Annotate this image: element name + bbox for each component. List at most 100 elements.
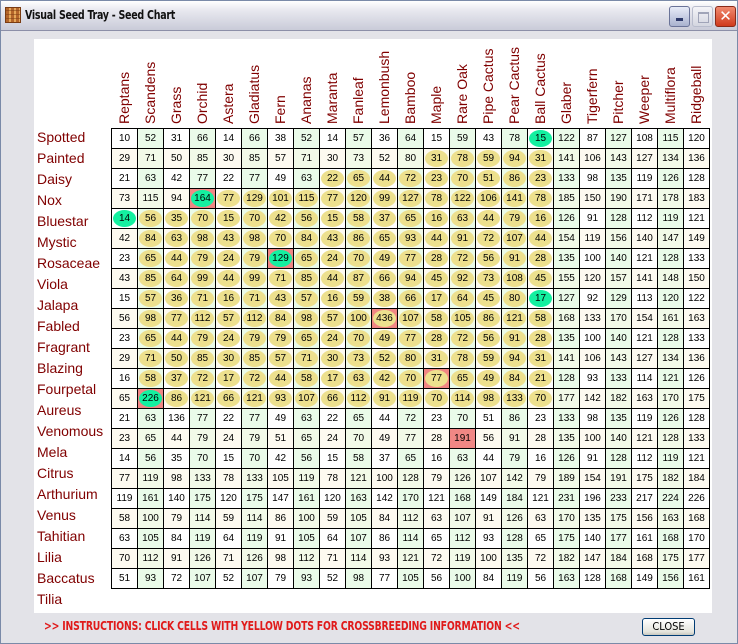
seed-cell[interactable]: 42 [267, 208, 294, 229]
seed-cell[interactable]: 66 [397, 288, 424, 309]
seed-cell[interactable]: 58 [423, 308, 450, 329]
seed-cell[interactable]: 72 [475, 228, 502, 249]
seed-cell[interactable]: 43 [319, 228, 346, 249]
seed-cell[interactable]: 141 [501, 188, 528, 209]
seed-cell[interactable]: 79 [189, 248, 216, 269]
seed-cell[interactable]: 57 [293, 288, 320, 309]
seed-cell[interactable]: 56 [475, 248, 502, 269]
seed-cell[interactable]: 65 [137, 248, 164, 269]
seed-cell[interactable]: 84 [501, 368, 528, 389]
seed-cell[interactable]: 70 [241, 208, 268, 229]
seed-cell[interactable]: 44 [527, 228, 554, 249]
seed-cell[interactable]: 28 [527, 248, 554, 269]
seed-cell[interactable]: 127 [397, 188, 424, 209]
seed-cell[interactable]: 16 [215, 288, 242, 309]
seed-cell[interactable]: 31 [423, 148, 450, 169]
seed-cell[interactable]: 77 [215, 188, 242, 209]
seed-cell[interactable]: 79 [267, 328, 294, 349]
seed-cell[interactable]: 44 [371, 168, 398, 189]
seed-cell[interactable]: 56 [293, 208, 320, 229]
seed-cell[interactable]: 98 [293, 308, 320, 329]
seed-cell[interactable]: 24 [319, 248, 346, 269]
seed-cell[interactable]: 15 [527, 128, 554, 149]
seed-cell[interactable]: 17 [215, 368, 242, 389]
seed-cell[interactable]: 23 [423, 168, 450, 189]
seed-cell[interactable]: 114 [449, 388, 476, 409]
seed-cell[interactable]: 57 [267, 348, 294, 369]
seed-cell[interactable]: 85 [137, 268, 164, 289]
seed-cell[interactable]: 65 [449, 368, 476, 389]
seed-cell[interactable]: 28 [527, 328, 554, 349]
seed-cell[interactable]: 105 [449, 308, 476, 329]
seed-cell[interactable]: 17 [423, 288, 450, 309]
seed-cell[interactable]: 57 [215, 308, 242, 329]
seed-cell[interactable]: 42 [371, 368, 398, 389]
seed-cell[interactable]: 107 [293, 388, 320, 409]
seed-cell[interactable]: 99 [241, 268, 268, 289]
seed-cell[interactable]: 121 [501, 308, 528, 329]
seed-cell[interactable]: 436 [371, 308, 398, 329]
seed-cell[interactable]: 77 [319, 188, 346, 209]
seed-cell[interactable]: 57 [137, 288, 164, 309]
seed-cell[interactable]: 86 [475, 308, 502, 329]
seed-cell[interactable]: 63 [345, 368, 372, 389]
seed-cell[interactable]: 122 [449, 188, 476, 209]
seed-cell[interactable]: 65 [345, 168, 372, 189]
seed-cell[interactable]: 70 [267, 228, 294, 249]
seed-cell[interactable]: 91 [371, 388, 398, 409]
seed-cell[interactable]: 70 [345, 248, 372, 269]
seed-cell[interactable]: 84 [267, 308, 294, 329]
seed-cell[interactable]: 58 [345, 208, 372, 229]
seed-cell[interactable]: 86 [345, 228, 372, 249]
seed-cell[interactable]: 106 [475, 188, 502, 209]
seed-cell[interactable]: 31 [527, 348, 554, 369]
seed-cell[interactable]: 16 [319, 288, 346, 309]
seed-cell[interactable]: 71 [293, 348, 320, 369]
seed-cell[interactable]: 80 [397, 348, 424, 369]
seed-cell[interactable]: 30 [215, 348, 242, 369]
seed-cell[interactable]: 36 [163, 288, 190, 309]
seed-cell[interactable]: 59 [475, 148, 502, 169]
seed-cell[interactable]: 44 [163, 248, 190, 269]
window-close-button[interactable]: ✕ [715, 6, 736, 27]
seed-cell[interactable]: 133 [501, 388, 528, 409]
seed-cell[interactable]: 99 [189, 268, 216, 289]
seed-cell[interactable]: 119 [397, 388, 424, 409]
seed-cell[interactable]: 59 [345, 288, 372, 309]
seed-cell[interactable]: 85 [241, 348, 268, 369]
seed-cell[interactable]: 52 [371, 348, 398, 369]
seed-cell[interactable]: 49 [371, 328, 398, 349]
seed-cell[interactable]: 85 [293, 268, 320, 289]
seed-cell[interactable]: 91 [501, 248, 528, 269]
seed-cell[interactable]: 38 [371, 288, 398, 309]
seed-cell[interactable]: 72 [241, 368, 268, 389]
seed-cell[interactable]: 22 [319, 168, 346, 189]
seed-cell[interactable]: 16 [527, 208, 554, 229]
seed-cell[interactable]: 85 [189, 348, 216, 369]
seed-cell[interactable]: 98 [137, 308, 164, 329]
seed-cell[interactable]: 64 [449, 288, 476, 309]
seed-cell[interactable]: 49 [475, 368, 502, 389]
seed-cell[interactable]: 72 [449, 248, 476, 269]
seed-cell[interactable]: 28 [423, 248, 450, 269]
seed-cell[interactable]: 17 [527, 288, 554, 309]
seed-cell[interactable]: 44 [163, 328, 190, 349]
seed-cell[interactable]: 65 [293, 248, 320, 269]
seed-cell[interactable]: 37 [163, 368, 190, 389]
seed-cell[interactable]: 84 [137, 228, 164, 249]
seed-cell[interactable]: 73 [475, 268, 502, 289]
seed-cell[interactable]: 49 [371, 248, 398, 269]
close-button[interactable]: CLOSE [642, 618, 695, 636]
title-bar[interactable]: Visual Seed Tray - Seed Chart ✕ [1, 1, 737, 31]
seed-cell[interactable]: 79 [241, 248, 268, 269]
seed-cell[interactable]: 94 [397, 268, 424, 289]
seed-cell[interactable]: 24 [319, 328, 346, 349]
seed-cell[interactable]: 44 [215, 268, 242, 289]
seed-cell[interactable]: 112 [345, 388, 372, 409]
seed-cell[interactable]: 98 [189, 228, 216, 249]
seed-cell[interactable]: 17 [319, 368, 346, 389]
seed-cell[interactable]: 78 [423, 188, 450, 209]
seed-cell[interactable]: 91 [501, 328, 528, 349]
seed-cell[interactable]: 78 [449, 148, 476, 169]
seed-cell[interactable]: 45 [527, 268, 554, 289]
